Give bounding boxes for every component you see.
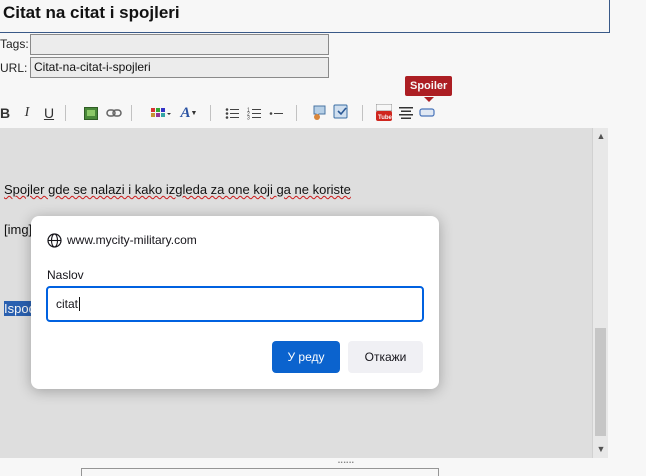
prompt-dialog: www.mycity-military.com Naslov citat У р… <box>31 216 439 389</box>
title-input[interactable]: citat <box>46 286 424 322</box>
globe-icon <box>47 233 62 248</box>
text-caret <box>79 297 81 311</box>
dialog-origin: www.mycity-military.com <box>67 233 197 247</box>
title-input-value: citat <box>56 297 79 311</box>
dialog-label: Naslov <box>47 268 84 282</box>
cancel-button[interactable]: Откажи <box>348 341 423 373</box>
ok-button[interactable]: У реду <box>272 341 340 373</box>
